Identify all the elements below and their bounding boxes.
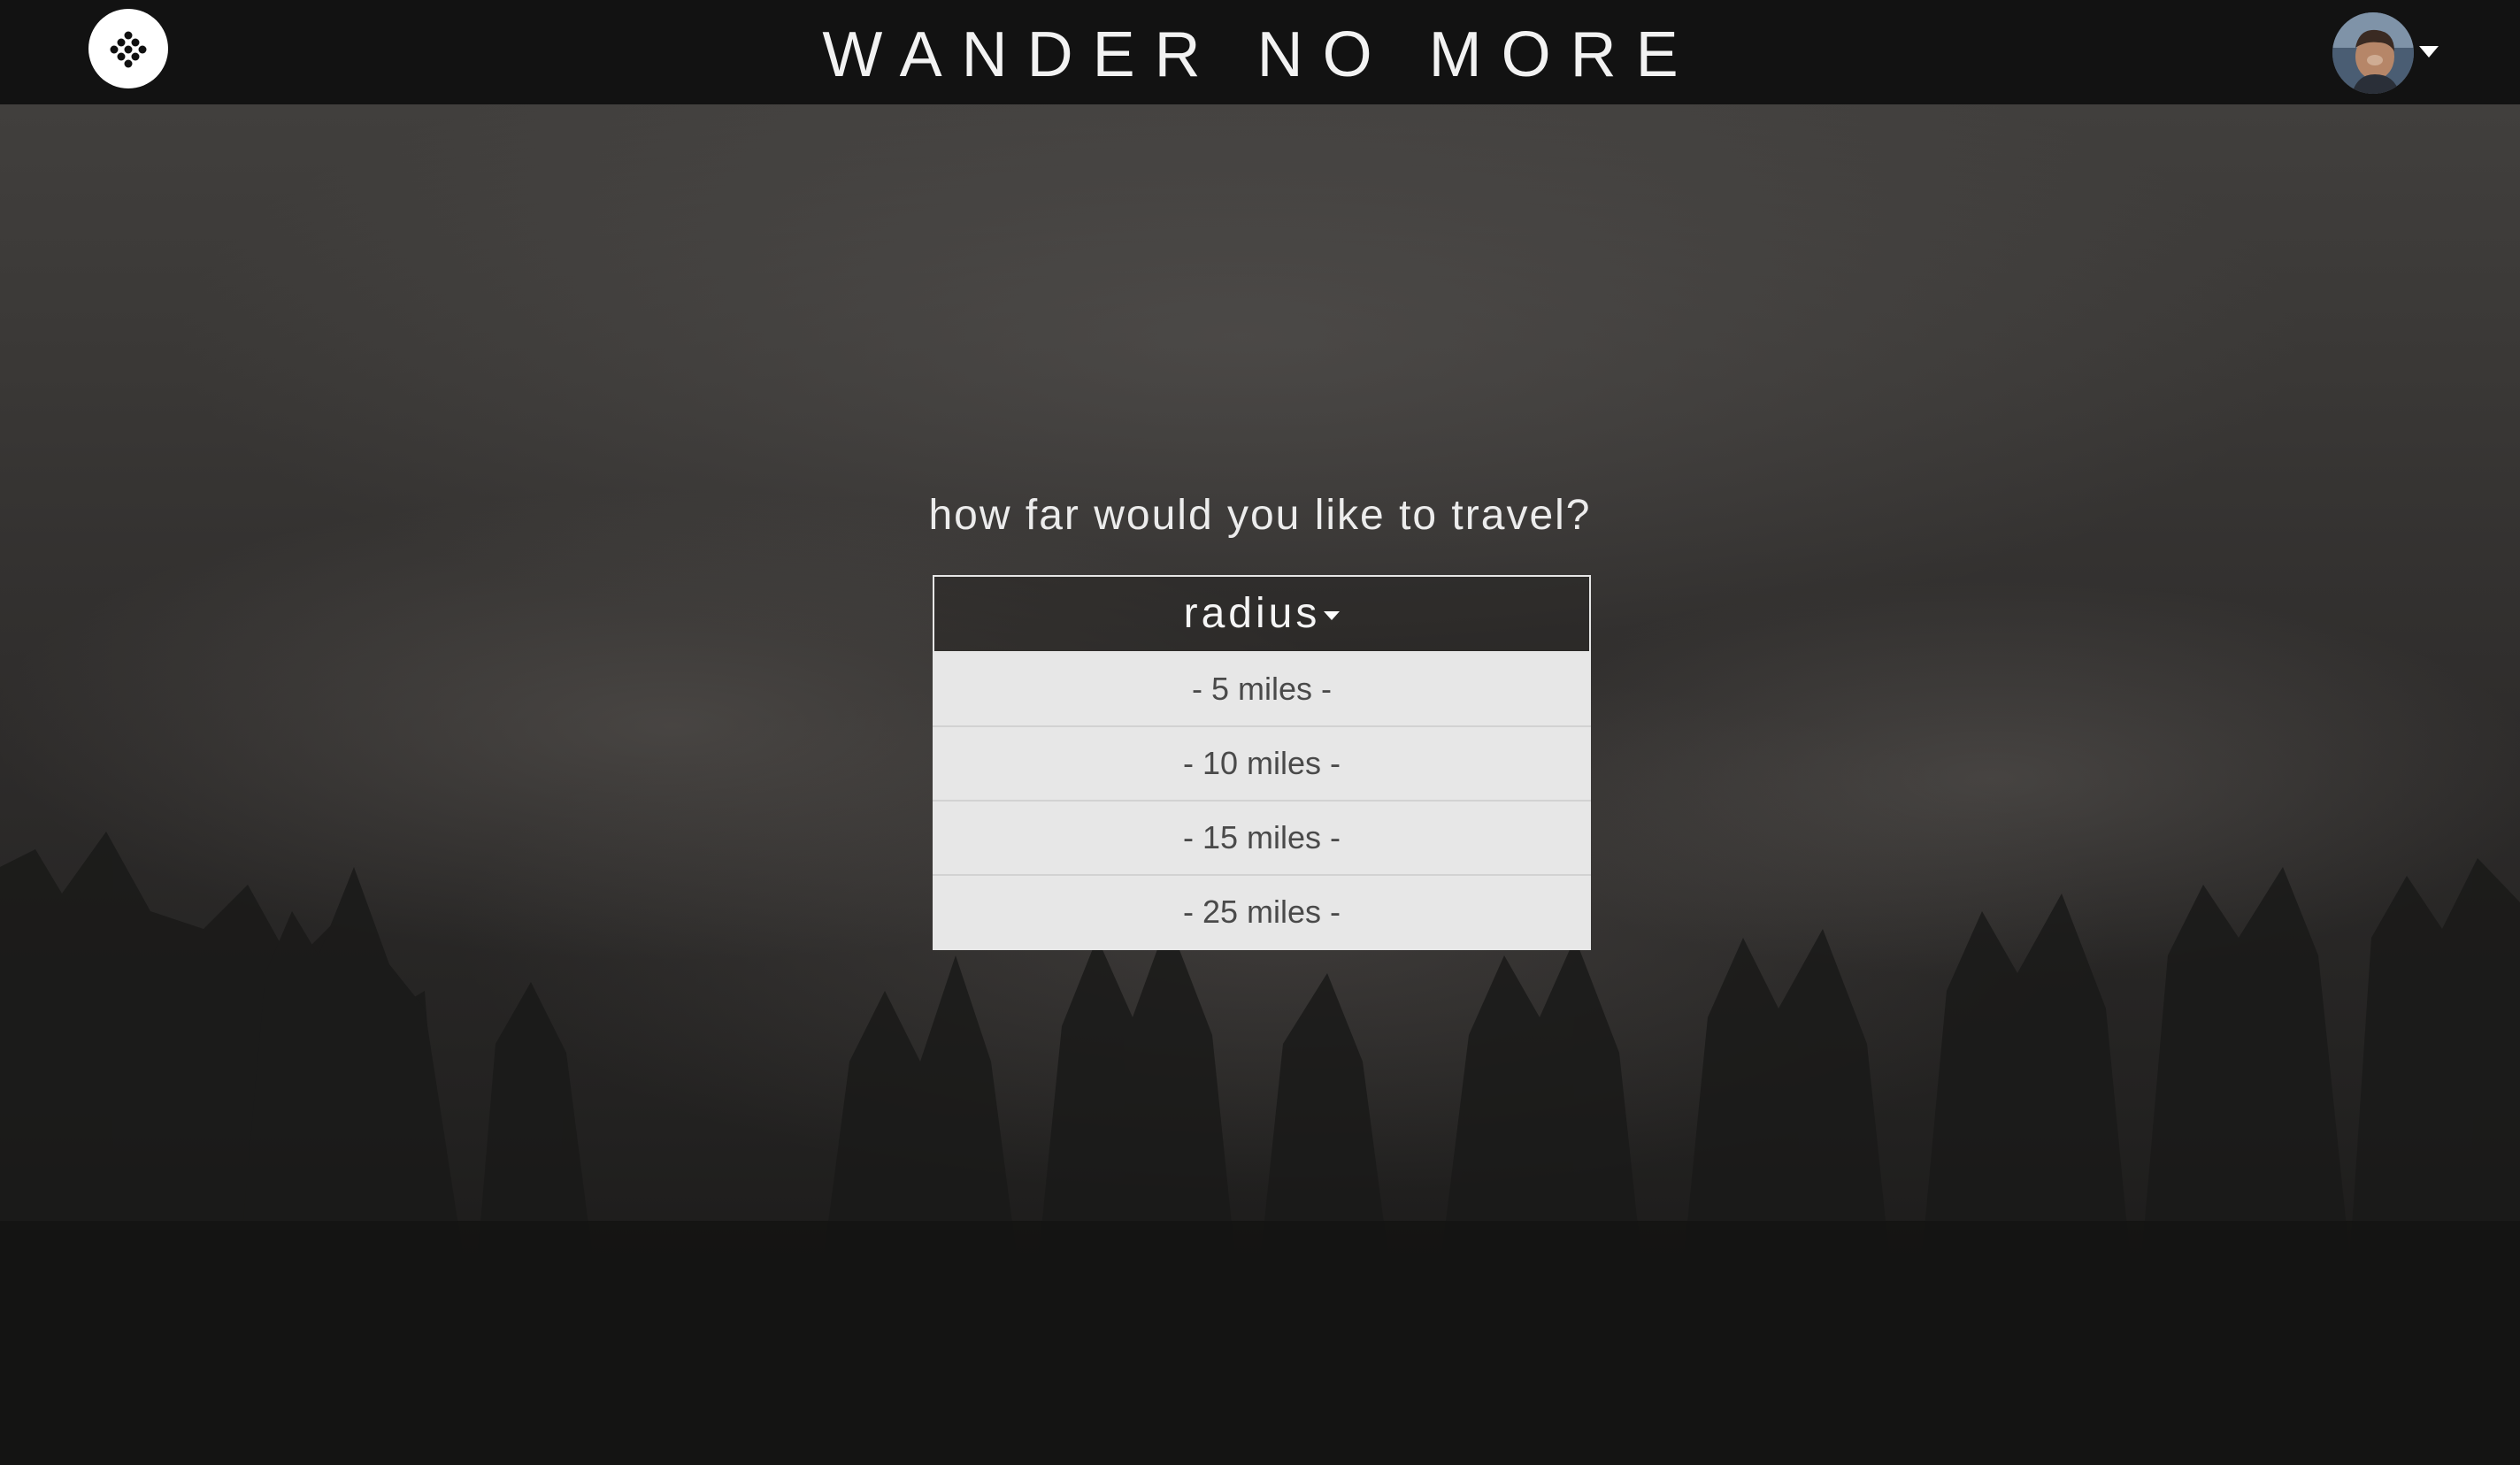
distance-question: how far would you like to travel? [928,492,1592,539]
radius-dropdown: radius - 5 miles - - 10 miles - - 15 mil… [933,575,1591,950]
dots-diamond-icon [110,31,147,68]
radius-dropdown-label: radius [1183,590,1321,637]
page: WANDER NO MORE how far would you like to… [0,0,2520,1465]
caret-down-icon [1324,611,1341,621]
radius-option-25-miles[interactable]: - 25 miles - [933,876,1591,950]
radius-option-15-miles[interactable]: - 15 miles - [933,802,1591,876]
top-navigation-bar: WANDER NO MORE [0,0,2520,104]
radius-option-10-miles[interactable]: - 10 miles - [933,727,1591,802]
app-title-text: WANDER NO MORE [822,19,1698,90]
app-title: WANDER NO MORE [0,12,2520,97]
radius-option-5-miles[interactable]: - 5 miles - [933,653,1591,727]
user-menu-button[interactable] [2332,12,2439,94]
radius-dropdown-toggle[interactable]: radius [933,575,1591,653]
radius-options-menu: - 5 miles - - 10 miles - - 15 miles - - … [933,653,1591,950]
user-avatar [2332,12,2414,94]
home-logo-button[interactable] [88,9,168,88]
caret-down-icon [2419,46,2439,58]
avatar-photo [2332,12,2414,94]
